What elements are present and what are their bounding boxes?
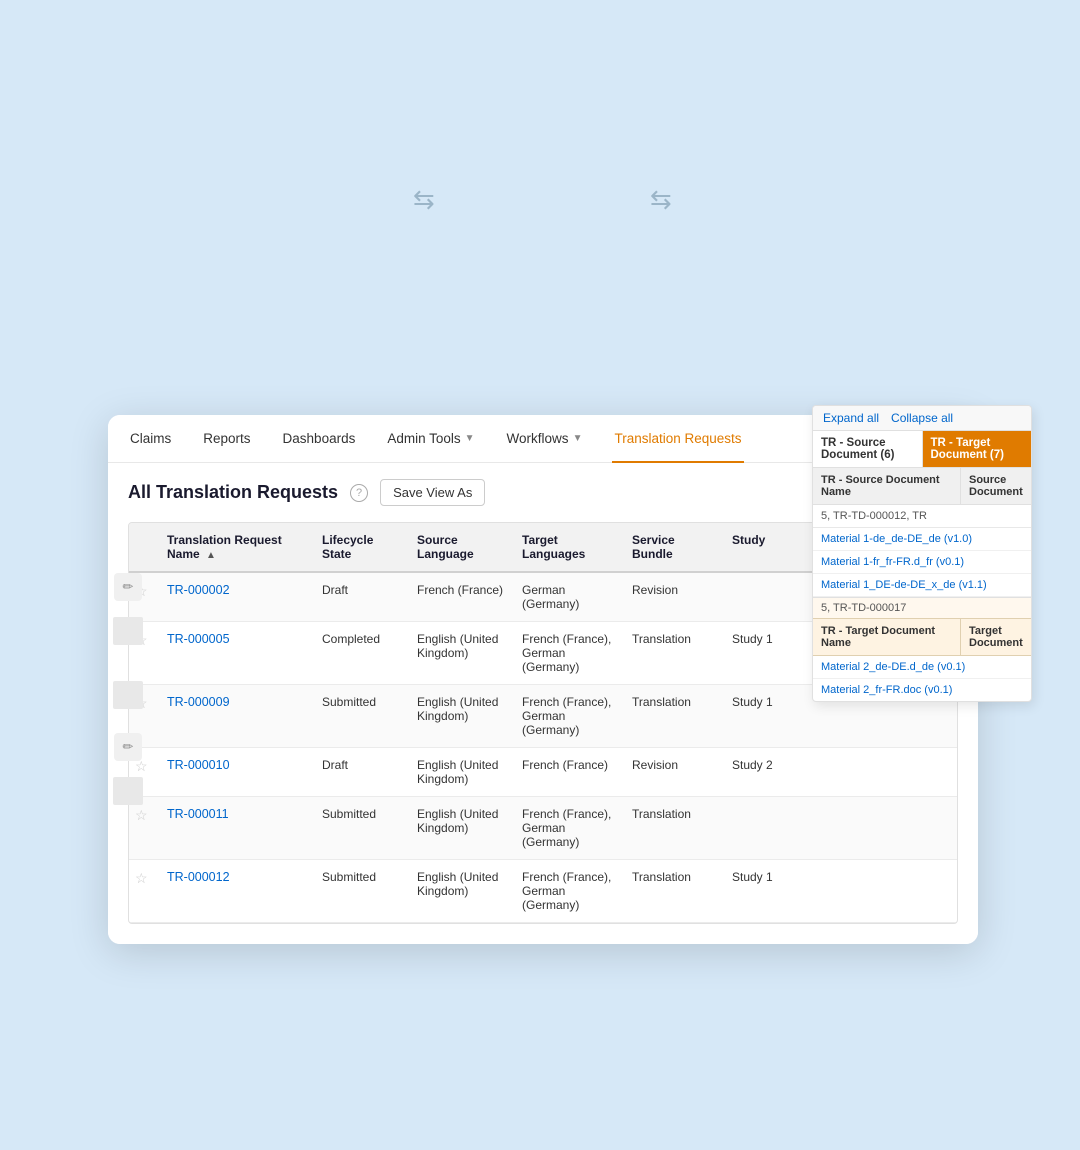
source-4: English (United Kingdom) [409, 797, 514, 845]
table-row: ☆ TR-000010 Draft English (United Kingdo… [129, 748, 957, 797]
admin-tools-dropdown-arrow: ▼ [465, 433, 475, 444]
source-doc-group-header: TR - Source Document (6) [813, 431, 923, 467]
doc-sep-row: 5, TR-TD-000017 [813, 598, 1031, 619]
tr-link-5[interactable]: TR-000012 [159, 860, 314, 894]
doc-link-3[interactable]: Material 2_de-DE.d_de (v0.1) [813, 656, 1031, 679]
nav-dashboards[interactable]: Dashboards [281, 431, 358, 446]
doc-sub-headers: TR - Source Document Name Source Documen… [813, 468, 1031, 505]
target-doc-sub-headers: TR - Target Document Name Target Documen… [813, 619, 1031, 656]
workflows-dropdown-arrow: ▼ [573, 433, 583, 444]
study-3: Study 2 [724, 748, 794, 782]
doc-link-4[interactable]: Material 2_fr-FR.doc (v0.1) [813, 679, 1031, 701]
source-1: English (United Kingdom) [409, 622, 514, 670]
col-lifecycle-header[interactable]: Lifecycle State [314, 523, 409, 571]
expand-collapse-bar: Expand all Collapse all [813, 406, 1031, 431]
nav-claims[interactable]: Claims [128, 431, 173, 446]
nav-translation-requests[interactable]: Translation Requests [612, 415, 743, 463]
doc-rows-bottom: Material 2_de-DE.d_de (v0.1) Material 2_… [813, 656, 1031, 701]
study-1: Study 1 [724, 622, 794, 656]
tr-link-4[interactable]: TR-000011 [159, 797, 314, 831]
lifecycle-2: Submitted [314, 685, 409, 719]
service-0: Revision [624, 573, 724, 607]
col-service-header[interactable]: Service Bundle [624, 523, 724, 571]
sidebar-block-3 [113, 777, 143, 805]
col-target-header[interactable]: Target Languages [514, 523, 624, 571]
lifecycle-1: Completed [314, 622, 409, 656]
target-0: German (Germany) [514, 573, 624, 621]
nav-reports[interactable]: Reports [201, 431, 252, 446]
tr-link-0[interactable]: TR-000002 [159, 573, 314, 607]
sidebar-block-2 [113, 681, 143, 709]
service-2: Translation [624, 685, 724, 719]
tr-link-2[interactable]: TR-000009 [159, 685, 314, 719]
sidebar-edit-icon-2[interactable]: ✏ [114, 733, 142, 761]
source-2: English (United Kingdom) [409, 685, 514, 733]
lifecycle-5: Submitted [314, 860, 409, 894]
doc-rows-top: Material 1-de_de-DE_de (v1.0) Material 1… [813, 528, 1031, 598]
service-3: Revision [624, 748, 724, 782]
service-4: Translation [624, 797, 724, 831]
sidebar-block-1 [113, 617, 143, 645]
sidebar-edit-icon-1[interactable]: ✏ [114, 573, 142, 601]
table-row: ☆ TR-000012 Submitted English (United Ki… [129, 860, 957, 923]
col-source-header[interactable]: Source Language [409, 523, 514, 571]
collapse-all-link[interactable]: Collapse all [891, 411, 953, 425]
target-5: French (France), German (Germany) [514, 860, 624, 922]
source-0: French (France) [409, 573, 514, 607]
study-2: Study 1 [724, 685, 794, 719]
lifecycle-4: Submitted [314, 797, 409, 831]
nav-workflows[interactable]: Workflows ▼ [505, 431, 585, 446]
source-3: English (United Kingdom) [409, 748, 514, 796]
tr-link-3[interactable]: TR-000010 [159, 748, 314, 782]
doc-overlay-panel: Expand all Collapse all TR - Source Docu… [812, 405, 1032, 702]
sidebar: ✏ ✏ [108, 565, 148, 813]
doc-group-headers: TR - Source Document (6) TR - Target Doc… [813, 431, 1031, 468]
col-study-header[interactable]: Study [724, 523, 794, 571]
source-doc-subheader: Source Document [961, 468, 1031, 504]
doc-link-1[interactable]: Material 1-fr_fr-FR.d_fr (v0.1) [813, 551, 1031, 574]
service-5: Translation [624, 860, 724, 894]
doc-link-0[interactable]: Material 1-de_de-DE_de (v1.0) [813, 528, 1031, 551]
target-doc-name-subheader: TR - Target Document Name [813, 619, 961, 655]
target-doc-subheader: Target Document [961, 619, 1031, 655]
expand-all-link[interactable]: Expand all [823, 411, 879, 425]
target-2: French (France), German (Germany) [514, 685, 624, 747]
page-title: All Translation Requests [128, 482, 338, 503]
col-name-header[interactable]: Translation Request Name ▲ [159, 523, 314, 571]
breadcrumb-partial: 5, TR-TD-000012, TR [813, 505, 1031, 528]
star-icon-5[interactable]: ☆ [129, 860, 159, 897]
sort-name-icon: ▲ [206, 550, 216, 561]
source-5: English (United Kingdom) [409, 860, 514, 908]
table-row: ☆ TR-000011 Submitted English (United Ki… [129, 797, 957, 860]
help-icon[interactable]: ? [350, 484, 368, 502]
study-5: Study 1 [724, 860, 794, 894]
target-3: French (France) [514, 748, 624, 782]
nav-admin-tools[interactable]: Admin Tools ▼ [385, 431, 476, 446]
target-1: French (France), German (Germany) [514, 622, 624, 684]
source-doc-name-subheader: TR - Source Document Name [813, 468, 961, 504]
service-1: Translation [624, 622, 724, 656]
col-star-header [129, 523, 159, 571]
lifecycle-3: Draft [314, 748, 409, 782]
tr-link-1[interactable]: TR-000005 [159, 622, 314, 656]
study-4 [724, 797, 794, 817]
target-doc-group-header: TR - Target Document (7) [923, 431, 1032, 467]
target-4: French (France), German (Germany) [514, 797, 624, 859]
lifecycle-0: Draft [314, 573, 409, 607]
doc-link-2[interactable]: Material 1_DE-de-DE_x_de (v1.1) [813, 574, 1031, 597]
study-0 [724, 573, 794, 593]
save-view-button[interactable]: Save View As [380, 479, 485, 506]
